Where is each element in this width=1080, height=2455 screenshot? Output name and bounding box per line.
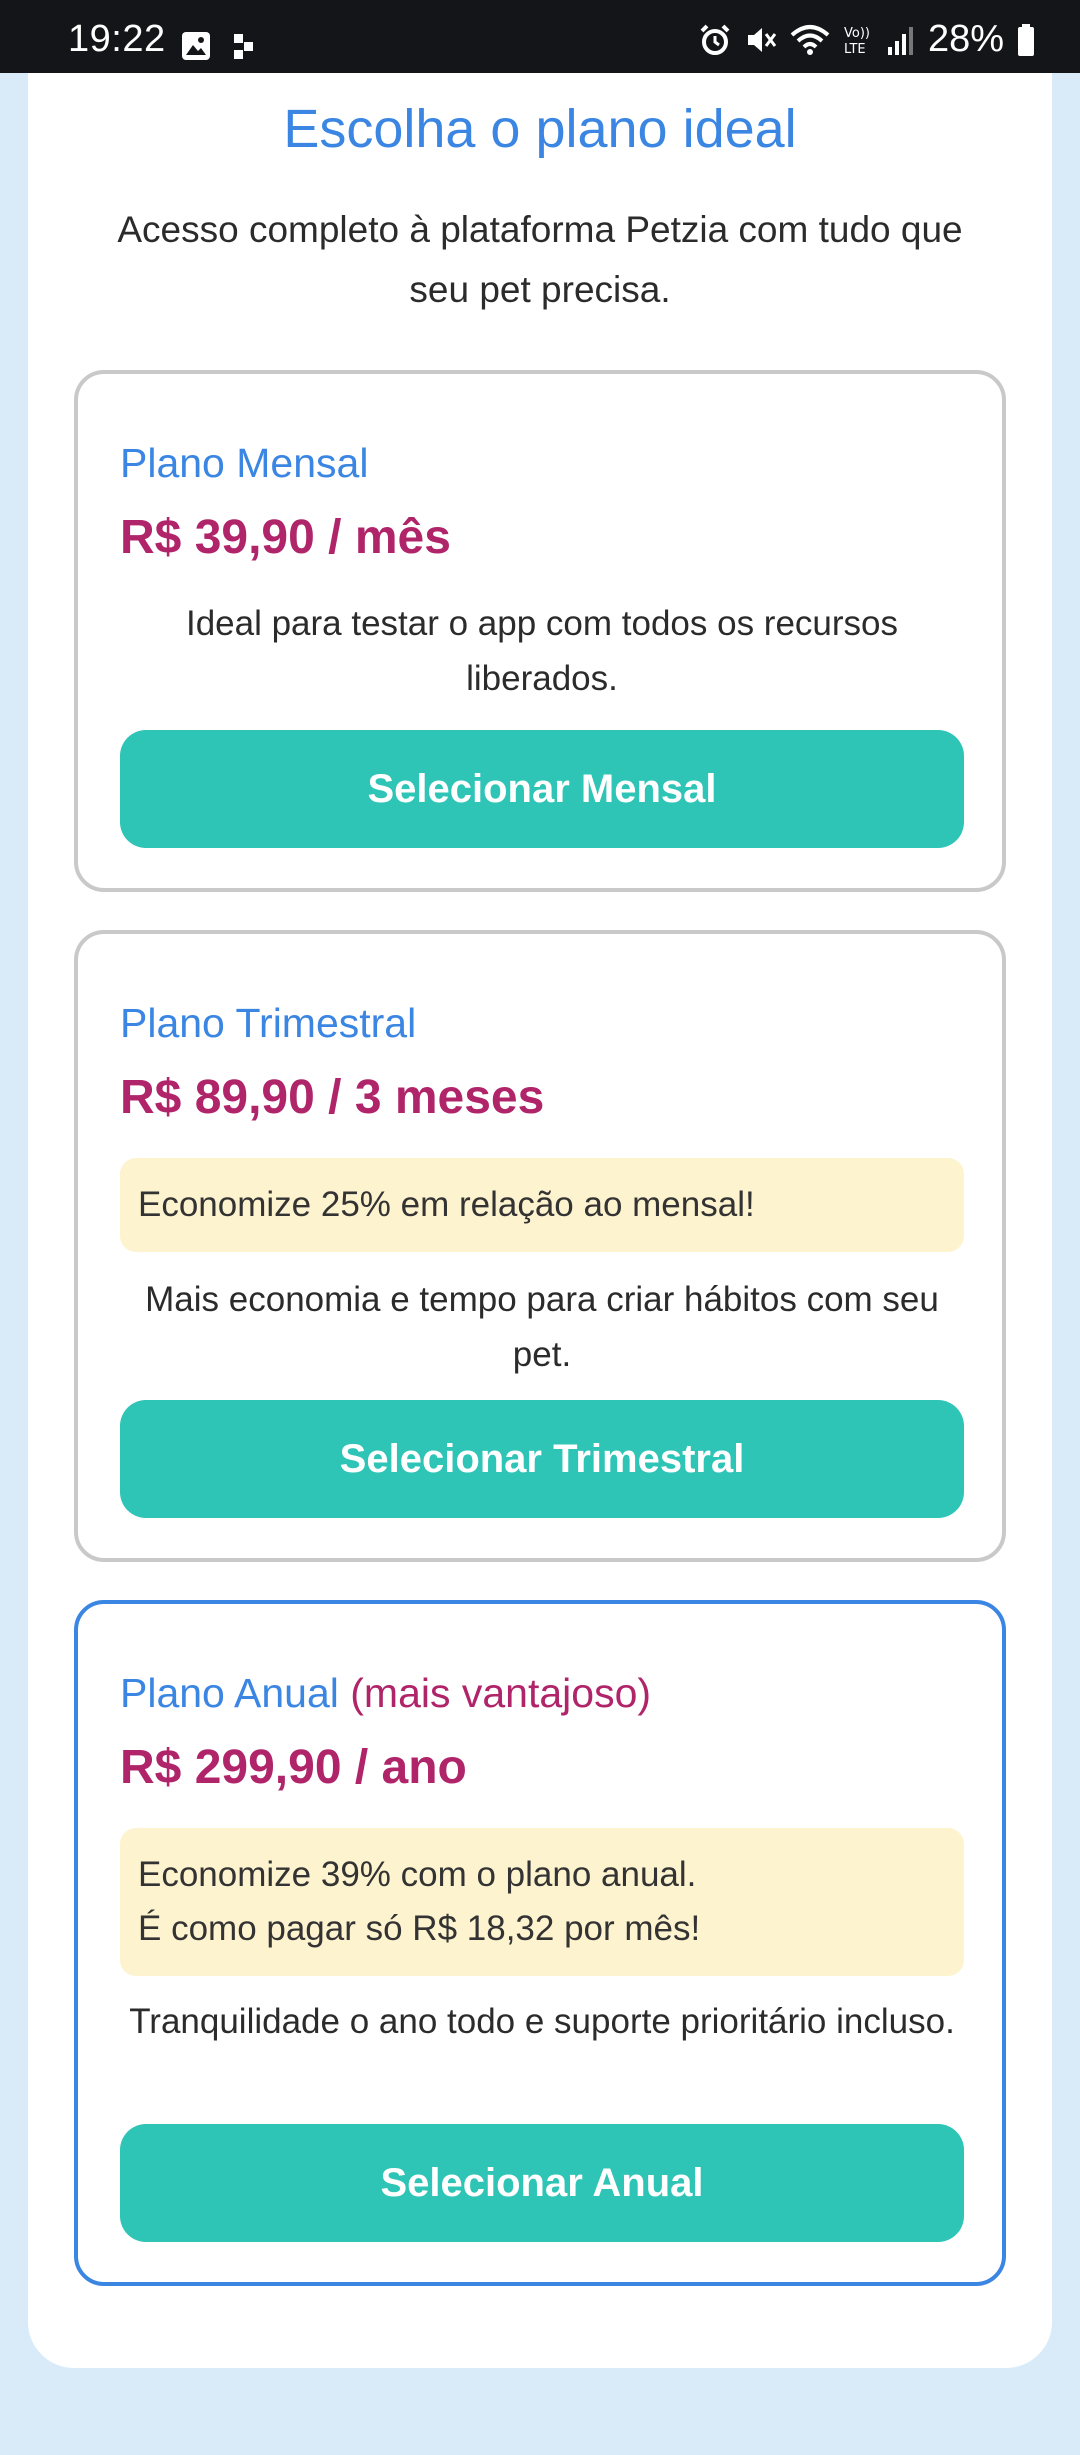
wifi-icon [790, 24, 830, 55]
plan-card-trimestral: Plano Trimestral R$ 89,90 / 3 meses Econ… [74, 930, 1006, 1562]
svg-text:LTE: LTE [844, 42, 866, 57]
page-title: Escolha o plano ideal [283, 99, 797, 159]
select-mensal-button[interactable]: Selecionar Mensal [120, 730, 964, 848]
battery-percentage: 28% [927, 18, 1004, 60]
plan-name-text: Plano Trimestral [120, 1000, 417, 1046]
plan-tag: (mais vantajoso) [350, 1670, 652, 1716]
plan-price: R$ 299,90 / ano [120, 1741, 467, 1794]
plan-name: Plano Trimestral [120, 1000, 416, 1047]
plan-name: Plano Mensal [120, 440, 368, 487]
plan-description: Ideal para testar o app com todos os rec… [185, 604, 899, 698]
savings-note: Economize 39% com o plano anual. É como … [120, 1828, 964, 1976]
status-time: 19:22 [68, 18, 166, 60]
notification-dots-icon [234, 34, 253, 59]
battery-icon [1018, 23, 1034, 56]
status-bar: 19:22 Vo)) LTE 28% [0, 0, 1080, 73]
savings-line: Economize 25% em relação ao mensal! [138, 1185, 755, 1224]
mute-icon [747, 27, 777, 52]
svg-text:Vo)): Vo)) [844, 26, 870, 41]
image-icon [182, 32, 210, 60]
plan-name-text: Plano Mensal [120, 440, 369, 486]
plan-card-mensal: Plano Mensal R$ 39,90 / mês Ideal para t… [74, 370, 1006, 892]
plan-card-anual: Plano Anual (mais vantajoso) R$ 299,90 /… [74, 1600, 1006, 2286]
savings-line: É como pagar só R$ 18,32 por mês! [138, 1909, 701, 1948]
plan-name: Plano Anual (mais vantajoso) [120, 1670, 651, 1717]
alarm-icon [700, 24, 730, 55]
plan-price: R$ 89,90 / 3 meses [120, 1071, 545, 1124]
page-subtitle: Acesso completo à plataforma Petzia com … [117, 209, 963, 310]
savings-line: Economize 39% com o plano anual. [138, 1855, 697, 1894]
savings-note: Economize 25% em relação ao mensal! [120, 1158, 964, 1252]
volte-icon: Vo)) LTE [844, 26, 870, 57]
plan-price: R$ 39,90 / mês [120, 511, 451, 564]
signal-icon [887, 26, 913, 55]
plan-name-text: Plano Anual [120, 1670, 339, 1716]
select-trimestral-button[interactable]: Selecionar Trimestral [120, 1400, 964, 1518]
plan-description: Tranquilidade o ano todo e suporte prior… [129, 2002, 955, 2041]
select-anual-button[interactable]: Selecionar Anual [120, 2124, 964, 2242]
plan-description: Mais economia e tempo para criar hábitos… [145, 1280, 939, 1374]
